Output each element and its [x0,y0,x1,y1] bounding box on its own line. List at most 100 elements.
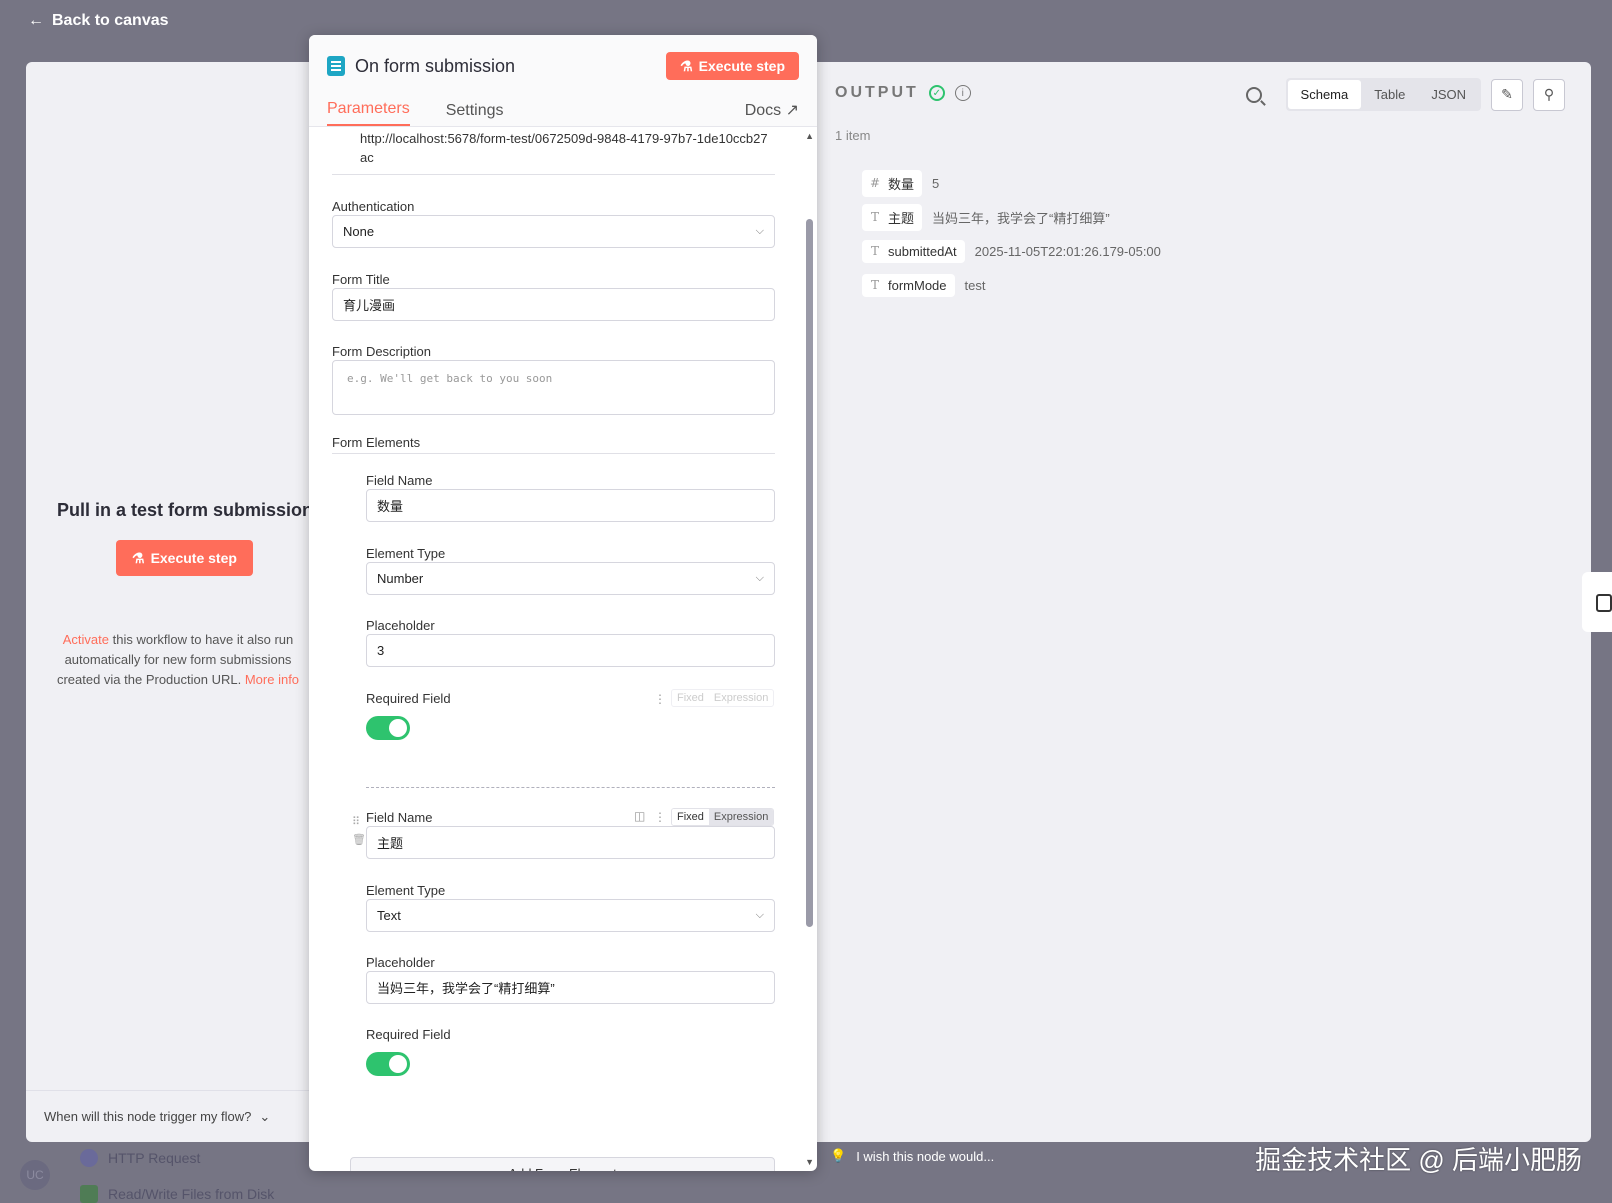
schema-value: 5 [932,175,940,191]
element-type-label: Element Type [366,883,446,898]
string-type-icon: T [870,210,879,224]
chevron-down-icon: ⌵ [755,909,764,921]
placeholder-input[interactable]: 当妈三年，我学会了“精打细算” [366,971,775,1004]
divider [332,174,775,175]
element-separator [366,787,775,788]
search-icon[interactable] [1245,86,1262,103]
options-icon[interactable]: ⋮ [654,810,666,824]
form-description-input[interactable]: e.g. We'll get back to you soon [332,360,775,415]
input-pane: Pull in a test form submission ⚗ Execute… [26,62,316,1142]
tab-settings[interactable]: Settings [446,102,504,126]
fixed-option[interactable]: Fixed [672,809,709,825]
node-title[interactable]: On form submission [355,56,656,77]
background-node: Read/Write Files from Disk [80,1176,274,1203]
docs-label: Docs [744,102,782,119]
output-title: OUTPUT [835,84,919,101]
assistant-side-tab[interactable] [1582,572,1612,632]
required-field-toggle[interactable] [366,716,410,740]
fixed-option[interactable]: Fixed [672,690,709,706]
trash-icon[interactable]: 🗑 [352,833,366,846]
placeholder-input[interactable]: 3 [366,634,775,667]
execute-step-button[interactable]: ⚗ Execute step [666,52,799,80]
schema-key-label: 主题 [888,210,915,226]
view-mode-schema[interactable]: Schema [1287,80,1362,109]
flask-icon: ⚗ [132,549,145,566]
pin-icon: ⚲ [1543,86,1555,102]
view-mode-table[interactable]: Table [1361,80,1418,109]
placeholder-value: 当妈三年，我学会了“精打细算” [377,981,555,996]
pin-data-button[interactable]: ⚲ [1533,78,1565,111]
note-text: this workflow to have it also run [112,632,294,647]
required-field-toggle[interactable] [366,1052,410,1076]
field-name-label: Field Name [366,473,433,488]
add-form-element-button[interactable]: Add Form Element [350,1157,775,1171]
test-url[interactable]: http://localhost:5678/form-test/0672509d… [360,129,770,167]
element-type-select[interactable]: Number ⌵ [366,562,775,595]
number-type-icon: # [870,176,881,190]
schema-key[interactable]: TsubmittedAt [862,239,965,263]
scroll-down-icon[interactable]: ▼ [805,1157,814,1167]
activate-link[interactable]: Activate [63,632,109,647]
activation-note: Activate this workflow to have it also r… [38,630,318,690]
trigger-help-label: When will this node trigger my flow? [44,1109,252,1124]
authentication-value: None [343,224,375,239]
tab-parameters[interactable]: Parameters [327,100,410,126]
back-to-canvas-link[interactable]: ← Back to canvas [28,12,169,30]
form-title-input[interactable]: 育儿漫画 [332,288,775,321]
form-title-value: 育儿漫画 [343,298,396,313]
scroll-up-icon[interactable]: ▲ [805,131,814,141]
placeholder-label: Placeholder [366,618,435,633]
authentication-select[interactable]: None ⌵ [332,215,775,248]
schema-key-label: 数量 [888,176,915,192]
edit-output-button[interactable]: ✎ [1491,78,1523,111]
execute-step-button-left[interactable]: ⚗ Execute step [116,540,253,576]
scrollbar[interactable] [806,219,813,927]
field-name-label: Field Name [366,810,433,825]
lightbulb-icon: 💡 [830,1148,847,1163]
info-icon[interactable]: i [954,85,971,101]
fixed-expression-toggle[interactable]: Fixed Expression [671,808,775,826]
field-name-input[interactable]: 数量 [366,489,775,522]
schema-value: 2025-11-05T22:01:26.179-05:00 [974,243,1161,259]
expression-option[interactable]: Expression [709,690,773,706]
authentication-label: Authentication [332,199,415,214]
schema-key[interactable]: T 主题 [862,203,923,231]
more-info-link[interactable]: More info [245,672,299,687]
feedback-text: I wish this node would... [856,1148,995,1164]
field-name-input[interactable]: 主题 [366,826,775,859]
background-node-list: HTTP Request Read/Write Files from Disk [80,1140,274,1203]
view-mode-json[interactable]: JSON [1418,80,1479,109]
background-node-label: HTTP Request [108,1150,201,1166]
note-text: created via the Production URL. [56,672,242,687]
string-type-icon: T [870,278,879,292]
note-text: automatically for new form submissions [64,652,292,667]
watermark: 掘金技术社区 @ 后端小肥肠 [1255,1145,1582,1175]
expression-option[interactable]: Expression [708,809,774,825]
drag-handle-icon[interactable]: ⠿ [352,815,360,828]
element-type-value: Number [377,571,424,586]
form-description-placeholder: e.g. We'll get back to you soon [347,372,553,385]
back-label: Back to canvas [52,12,169,29]
flask-icon: ⚗ [680,57,693,74]
schema-row: T 主题 当妈三年，我学会了“精打细算” [862,200,1161,234]
element-type-label: Element Type [366,546,446,561]
panel-icon[interactable]: ◫ [634,809,645,823]
avatar[interactable]: UC [20,1160,50,1190]
schema-value: 当妈三年，我学会了“精打细算” [932,210,1110,226]
element-type-select[interactable]: Text ⌵ [366,899,775,932]
feedback-prompt[interactable]: 💡 I wish this node would... [830,1148,994,1164]
required-field-label: Required Field [366,1027,451,1042]
view-mode-switch: Schema Table JSON [1285,78,1481,111]
input-pane-title: Pull in a test form submission [57,500,314,520]
fixed-expression-toggle[interactable]: Fixed Expression [671,689,775,707]
schema-list: # 数量 5 T 主题 当妈三年，我学会了“精打细算” TsubmittedAt 2… [862,166,1161,302]
options-icon[interactable]: ⋮ [654,692,666,706]
schema-key[interactable]: # 数量 [862,169,923,197]
docs-link[interactable]: Docs ↗ [745,100,799,126]
schema-key[interactable]: TformMode [862,273,955,297]
field-name-value: 主题 [377,836,404,851]
output-toolbar: Schema Table JSON ✎ ⚲ [1245,78,1565,111]
execute-label: Execute step [698,58,785,74]
item-count: 1 item [835,128,871,143]
trigger-help-dropdown[interactable]: When will this node trigger my flow? ⌄ [26,1090,316,1142]
